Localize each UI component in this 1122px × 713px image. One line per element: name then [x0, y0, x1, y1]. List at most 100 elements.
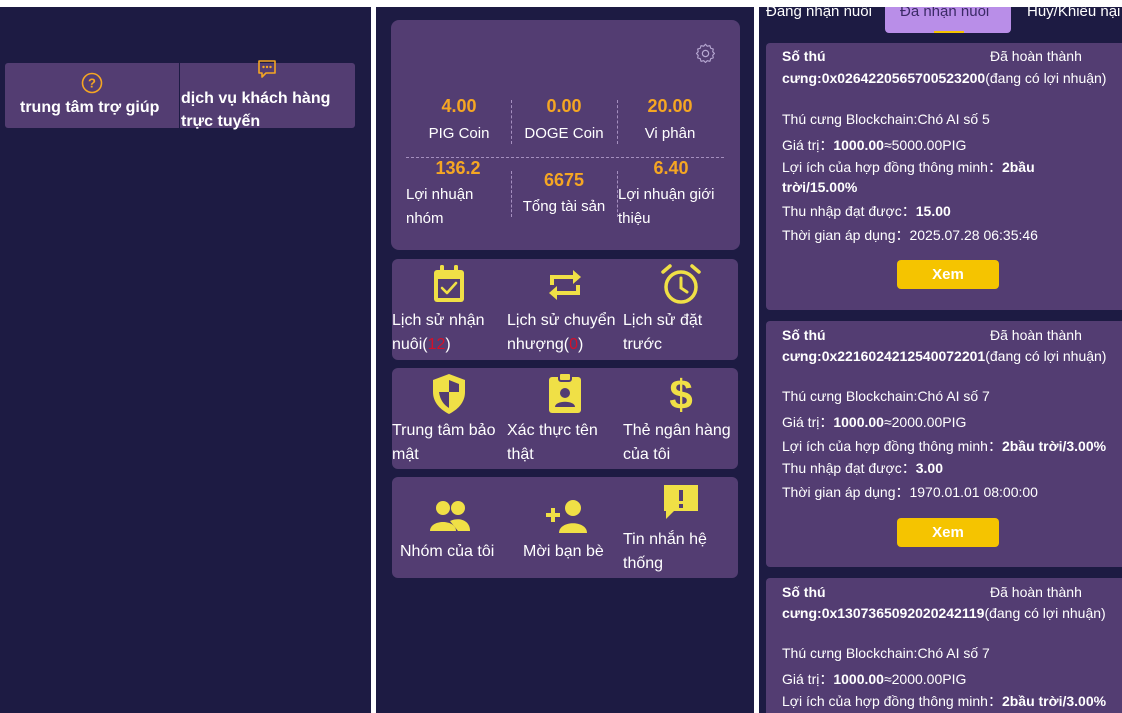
group-profit-value: 136.2 — [435, 158, 481, 178]
customer-service-label-2: trực tuyến — [181, 113, 261, 130]
svg-text:$: $ — [669, 372, 692, 416]
dollar-icon: $ — [669, 372, 692, 416]
transfer-history-count: 0 — [569, 336, 579, 353]
order-id: cưng:0x2216024212540072201(đang có lợi n… — [782, 348, 1107, 364]
doge-coin-value: 0.00 — [546, 96, 582, 116]
verify-name-label-1: Xác thực tên — [507, 422, 598, 439]
tab-underline — [934, 31, 964, 33]
add-user-icon — [546, 500, 587, 533]
security-center-label-2: mật — [392, 446, 419, 463]
order-card: Số thú Đã hoàn thành cưng:0x221602421254… — [766, 321, 1122, 567]
order-id-label: Số thú — [782, 48, 826, 64]
order-card: Số thú Đã hoàn thành cưng:0x026422056570… — [766, 43, 1122, 310]
view-button[interactable]: Xem — [897, 260, 999, 289]
transfer-history-button[interactable]: Lịch sử chuyển nhượng(0) — [507, 259, 622, 360]
history-menu-card: Lịch sử nhận nuôi(12) Lịch sử chuyển như… — [392, 259, 738, 360]
orders-panel: Đang nhận nuôi Đã nhận nuôi Hủy/Khiếu nạ… — [759, 7, 1122, 713]
order-status: Đã hoàn thành — [990, 584, 1082, 600]
id-badge-icon — [549, 372, 581, 413]
referral-profit-value: 6.40 — [653, 158, 689, 178]
question-icon: ? — [81, 72, 103, 94]
order-time: Thời gian áp dụng：2025.07.28 06:35:46 — [782, 227, 1038, 243]
pig-coin-value: 4.00 — [441, 96, 477, 116]
booking-history-label-1: Lịch sử đặt — [623, 312, 703, 329]
chat-icon — [258, 60, 276, 78]
shield-icon — [433, 374, 465, 414]
verify-name-label-2: thật — [507, 446, 534, 463]
help-center-button[interactable]: ? trung tâm trợ giúp — [5, 63, 179, 128]
order-income: Thu nhập đạt được：3.00 — [782, 460, 943, 476]
divider — [617, 100, 618, 144]
order-benefit: Lợi ích của hợp đồng thông minh：2bầu trờ… — [782, 693, 1107, 709]
referral-profit-label-2: thiệu — [618, 210, 651, 227]
system-message-label-1: Tin nhắn hệ — [623, 531, 707, 548]
divider — [511, 100, 512, 144]
booking-history-button[interactable]: Lịch sử đặt trước — [623, 259, 738, 360]
account-panel: 4.00 PIG Coin 0.00 DOGE Coin 20.00 Vi ph… — [376, 7, 754, 713]
security-center-button[interactable]: Trung tâm bảo mật — [392, 368, 507, 469]
help-panel: ? trung tâm trợ giúp dịch vụ khách hàng … — [0, 7, 371, 713]
adopt-history-count: 12 — [427, 336, 446, 353]
order-id: cưng:0x0264220565700523200(đang có lợi n… — [782, 70, 1107, 86]
alarm-clock-icon — [661, 264, 701, 304]
group-profit-label-2: nhóm — [406, 210, 444, 227]
order-benefit: Lợi ích của hợp đồng thông minh：2bầu — [782, 159, 1035, 175]
order-value: Giá trị：1000.00≈5000.00PIG — [782, 137, 967, 153]
order-status: Đã hoàn thành — [990, 48, 1082, 64]
total-assets-label: Tổng tài sản — [522, 198, 606, 215]
divider — [511, 171, 512, 217]
order-time: Thời gian áp dụng：1970.01.01 08:00:00 — [782, 484, 1038, 500]
svg-text:?: ? — [88, 76, 96, 91]
gear-icon[interactable] — [695, 43, 716, 64]
adopt-history-label-1: Lịch sử nhận — [392, 312, 485, 329]
adopt-history-button[interactable]: Lịch sử nhận nuôi(12) — [392, 259, 507, 360]
order-card: Số thú Đã hoàn thành cưng:0x130736509202… — [766, 578, 1122, 713]
message-alert-icon — [664, 485, 698, 519]
order-benefit: Lợi ích của hợp đồng thông minh：2bầu trờ… — [782, 438, 1107, 454]
order-id: cưng:0x1307365092020242119(đang có lợi n… — [782, 605, 1106, 621]
order-tabs: Đang nhận nuôi Đã nhận nuôi Hủy/Khiếu nạ… — [759, 7, 1122, 35]
order-pet: Thú cưng Blockchain:Chó AI số 5 — [782, 111, 990, 127]
referral-profit-label-1: Lợi nhuận giới — [618, 186, 715, 203]
customer-service-label-1: dịch vụ khách hàng — [181, 90, 331, 107]
order-pet: Thú cưng Blockchain:Chó AI số 7 — [782, 645, 990, 661]
view-button[interactable]: Xem — [897, 518, 999, 547]
tab-adopting[interactable]: Đang nhận nuôi — [766, 7, 872, 20]
bank-card-label-2: của tôi — [623, 446, 671, 463]
stats-card: 4.00 PIG Coin 0.00 DOGE Coin 20.00 Vi ph… — [391, 20, 740, 250]
social-menu-card: Nhóm của tôi Mời bạn bè Tin nhắn hệ thốn… — [392, 477, 738, 578]
help-bar: ? trung tâm trợ giúp dịch vụ khách hàng … — [5, 60, 355, 130]
order-value: Giá trị：1000.00≈2000.00PIG — [782, 414, 967, 430]
order-benefit-cont: trời/15.00% — [782, 179, 858, 195]
bank-card-button[interactable]: $ Thẻ ngân hàng của tôi — [623, 368, 738, 469]
doge-coin-label: DOGE Coin — [524, 125, 604, 142]
adopt-history-label-2: nuôi(12) — [392, 336, 451, 353]
repeat-icon — [549, 270, 581, 300]
bank-card-label-1: Thẻ ngân hàng — [623, 422, 731, 439]
transfer-history-label-2: nhượng(0) — [507, 336, 584, 353]
vi-phan-label: Vi phân — [644, 125, 696, 142]
my-group-button[interactable]: Nhóm của tôi — [392, 477, 507, 578]
calendar-check-icon — [434, 265, 464, 302]
verify-name-button[interactable]: Xác thực tên thật — [507, 368, 622, 469]
group-icon — [430, 501, 470, 531]
tab-cancel-complaint[interactable]: Hủy/Khiếu nại — [1027, 7, 1120, 20]
total-assets-value: 6675 — [543, 170, 585, 190]
order-status: Đã hoàn thành — [990, 327, 1082, 343]
security-center-label-1: Trung tâm bảo — [392, 422, 496, 439]
transfer-history-label-1: Lịch sử chuyển — [507, 312, 616, 329]
customer-service-button[interactable]: dịch vụ khách hàng trực tuyến — [180, 60, 355, 130]
invite-friends-button[interactable]: Mời bạn bè — [507, 477, 622, 578]
group-profit-label-1: Lợi nhuận — [406, 186, 474, 203]
order-id-label: Số thú — [782, 327, 826, 343]
vi-phan-value: 20.00 — [647, 96, 693, 116]
tab-adopted[interactable]: Đã nhận nuôi — [900, 7, 989, 20]
order-id-label: Số thú — [782, 584, 826, 600]
order-income: Thu nhập đạt được：15.00 — [782, 203, 951, 219]
system-message-button[interactable]: Tin nhắn hệ thống — [623, 477, 738, 578]
invite-friends-label: Mời bạn bè — [523, 543, 604, 560]
order-value: Giá trị：1000.00≈2000.00PIG — [782, 671, 967, 687]
help-center-label: trung tâm trợ giúp — [20, 99, 160, 116]
system-message-label-2: thống — [623, 555, 664, 572]
my-group-label: Nhóm của tôi — [400, 543, 495, 560]
